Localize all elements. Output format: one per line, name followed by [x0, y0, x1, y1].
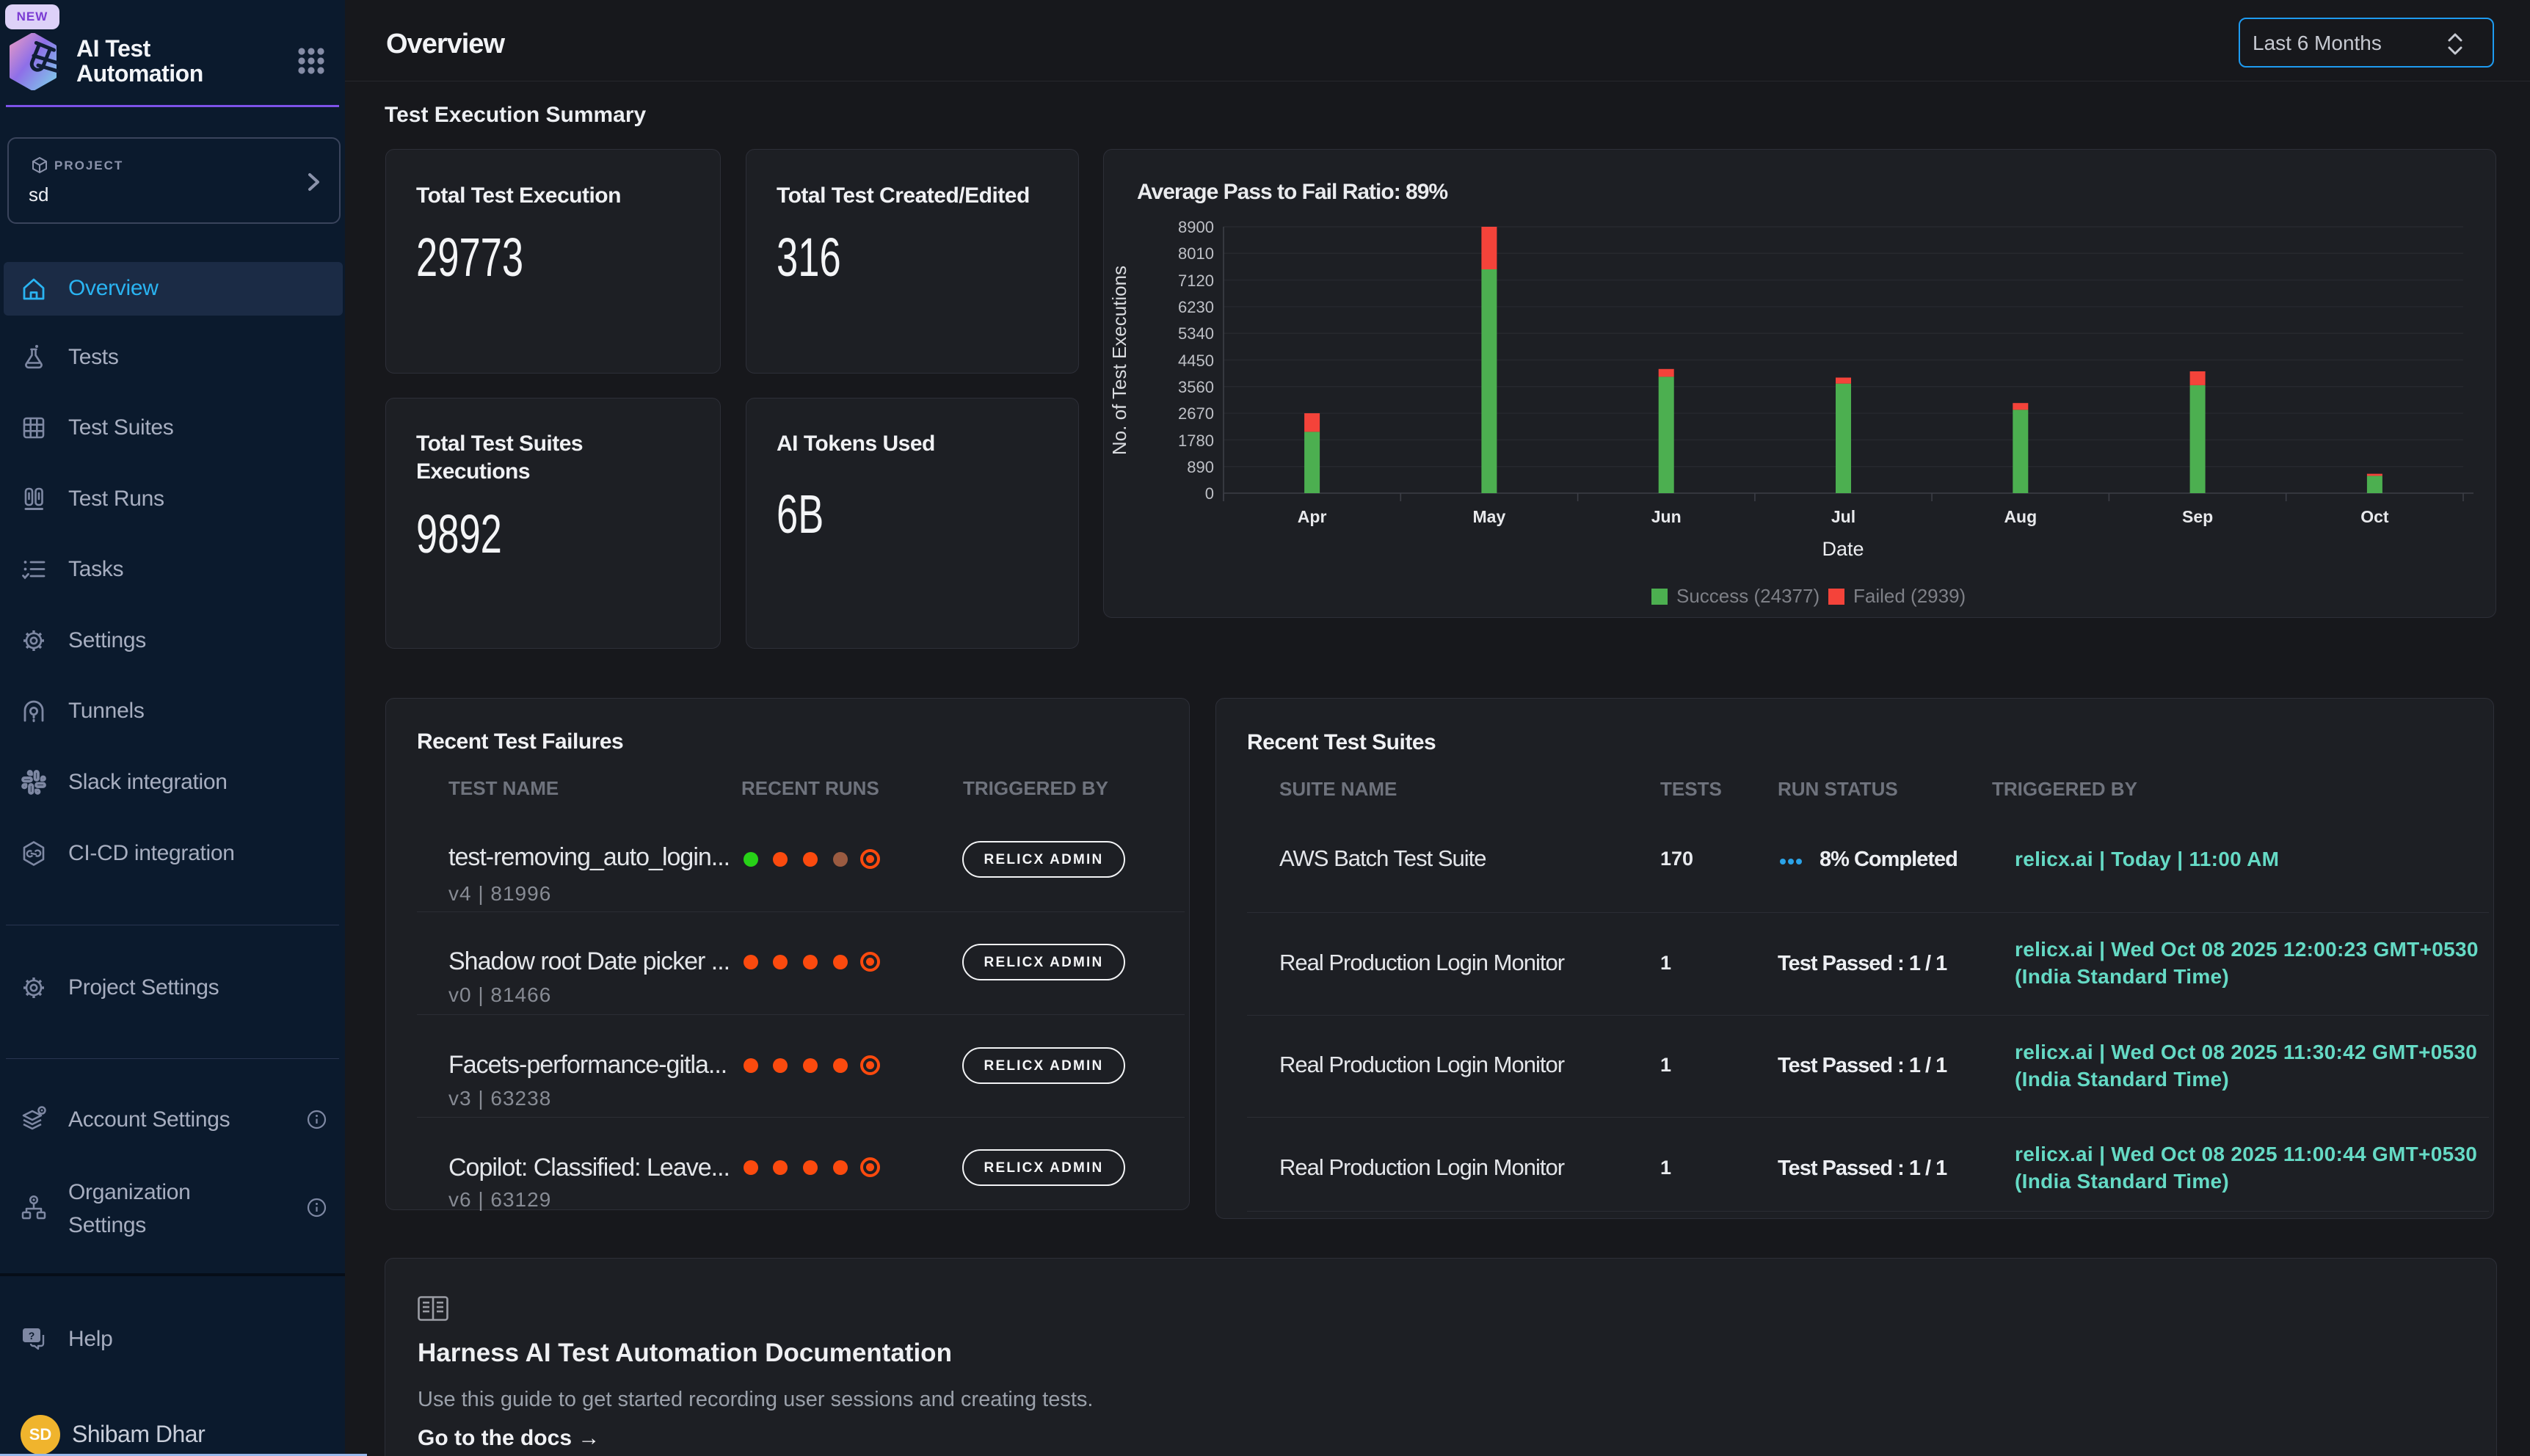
svg-text:3560: 3560 — [1178, 378, 1214, 396]
svg-text:Apr: Apr — [1298, 507, 1327, 526]
svg-text:6230: 6230 — [1178, 298, 1214, 316]
svg-text:890: 890 — [1187, 458, 1214, 476]
svg-text:4450: 4450 — [1178, 352, 1214, 370]
svg-text:Average Pass to Fail Ratio: 89: Average Pass to Fail Ratio: 89% — [1137, 180, 1447, 204]
svg-text:Jul: Jul — [1831, 507, 1855, 526]
svg-text:7120: 7120 — [1178, 272, 1214, 290]
svg-text:8010: 8010 — [1178, 244, 1214, 263]
svg-text:?: ? — [29, 1330, 35, 1342]
svg-text:May: May — [1473, 507, 1506, 526]
svg-text:2670: 2670 — [1178, 404, 1214, 423]
svg-text:Jun: Jun — [1651, 507, 1682, 526]
svg-text:Sep: Sep — [2182, 507, 2213, 526]
svg-text:Oct: Oct — [2360, 507, 2389, 526]
svg-text:Success (24377): Success (24377) — [1676, 585, 1820, 607]
svg-text:Aug: Aug — [2004, 507, 2037, 526]
svg-text:Date: Date — [1822, 538, 1864, 560]
svg-text:8900: 8900 — [1178, 218, 1214, 236]
svg-text:5340: 5340 — [1178, 324, 1214, 343]
svg-text:1780: 1780 — [1178, 432, 1214, 450]
svg-text:No. of Test Executions: No. of Test Executions — [1108, 266, 1130, 455]
svg-text:0: 0 — [1205, 484, 1214, 503]
svg-text:Failed (2939): Failed (2939) — [1853, 585, 1966, 607]
